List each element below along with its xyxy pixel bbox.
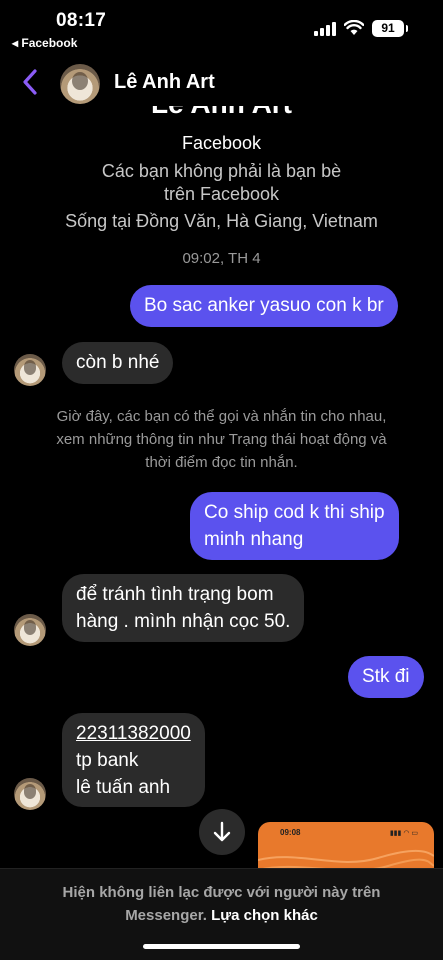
message-text: hàng . mình nhận cọc 50. bbox=[76, 611, 291, 632]
sender-avatar[interactable] bbox=[14, 354, 46, 386]
notice-line: thời điểm đọc tin nhắn. bbox=[145, 454, 298, 471]
message-bubble-incoming[interactable]: để tránh tình trạng bom hàng . mình nhận… bbox=[62, 574, 305, 642]
messaging-notice: Giờ đây, các bạn có thể gọi và nhắn tin … bbox=[20, 405, 423, 474]
wifi-icon bbox=[344, 20, 364, 35]
account-number-link[interactable]: 22311382000 bbox=[76, 720, 191, 747]
message-text: Bo sac anker yasuo con k br bbox=[144, 295, 384, 316]
footer-line: Hiện không liên lạc được với người này t… bbox=[62, 884, 381, 901]
back-chevron-icon[interactable] bbox=[18, 66, 42, 98]
footer-line: Messenger. Lựa chọn khác bbox=[20, 904, 423, 927]
preview-time: 09:08 bbox=[280, 828, 301, 837]
clock: 08:17 bbox=[56, 10, 107, 31]
message-text: tp bank bbox=[76, 750, 139, 771]
message-text: còn b nhé bbox=[76, 352, 160, 373]
arrow-down-icon bbox=[213, 821, 231, 842]
home-indicator[interactable] bbox=[143, 944, 300, 949]
contact-avatar[interactable] bbox=[60, 64, 100, 104]
message-timestamp: 09:02, TH 4 bbox=[182, 250, 261, 267]
message-text: để tránh tình trạng bom bbox=[76, 584, 274, 605]
message-bubble-incoming[interactable]: 22311382000 tp bank lê tuấn anh bbox=[62, 713, 205, 807]
message-text: Stk đi bbox=[362, 666, 410, 687]
profile-location: Sống tại Đồng Văn, Hà Giang, Vietnam bbox=[65, 211, 378, 231]
profile-platform: Facebook bbox=[181, 133, 262, 153]
scroll-to-bottom-button[interactable] bbox=[199, 809, 245, 855]
battery-icon: 91 bbox=[372, 20, 408, 37]
chat-header: Lê Anh Art bbox=[0, 60, 443, 106]
notice-line: Giờ đây, các bạn có thể gọi và nhắn tin … bbox=[56, 408, 387, 425]
preview-status-icons: ▮▮▮ ◠ ▭ bbox=[389, 830, 418, 837]
footer-prefix: Messenger. bbox=[125, 907, 207, 924]
message-bubble-outgoing[interactable]: Co ship cod k thi ship minh nhang bbox=[190, 492, 399, 560]
message-bubble-outgoing[interactable]: Stk đi bbox=[348, 656, 424, 698]
message-bubble-incoming[interactable]: còn b nhé bbox=[62, 342, 174, 384]
unavailable-message: Hiện không liên lạc được với người này t… bbox=[20, 881, 423, 927]
cellular-signal-icon bbox=[314, 22, 338, 36]
sender-avatar[interactable] bbox=[14, 778, 46, 810]
message-text: lê tuấn anh bbox=[76, 777, 171, 798]
notice-line: xem những thông tin như Trạng thái hoạt … bbox=[56, 431, 387, 448]
other-options-link[interactable]: Lựa chọn khác bbox=[211, 907, 318, 924]
unavailable-footer: Hiện không liên lạc được với người này t… bbox=[0, 868, 443, 960]
sender-avatar[interactable] bbox=[14, 614, 46, 646]
status-bar: 08:17 ◂ Facebook 91 bbox=[0, 0, 443, 54]
contact-name[interactable]: Lê Anh Art bbox=[114, 71, 215, 94]
message-text: minh nhang bbox=[204, 529, 304, 550]
back-to-app-link[interactable]: ◂ Facebook bbox=[12, 36, 77, 50]
friend-status-line-1: Các bạn không phải là bạn bè bbox=[101, 161, 342, 181]
friend-status-line-2: trên Facebook bbox=[163, 184, 280, 204]
message-text: Co ship cod k thi ship bbox=[204, 502, 385, 523]
message-bubble-outgoing[interactable]: Bo sac anker yasuo con k br bbox=[130, 285, 398, 327]
